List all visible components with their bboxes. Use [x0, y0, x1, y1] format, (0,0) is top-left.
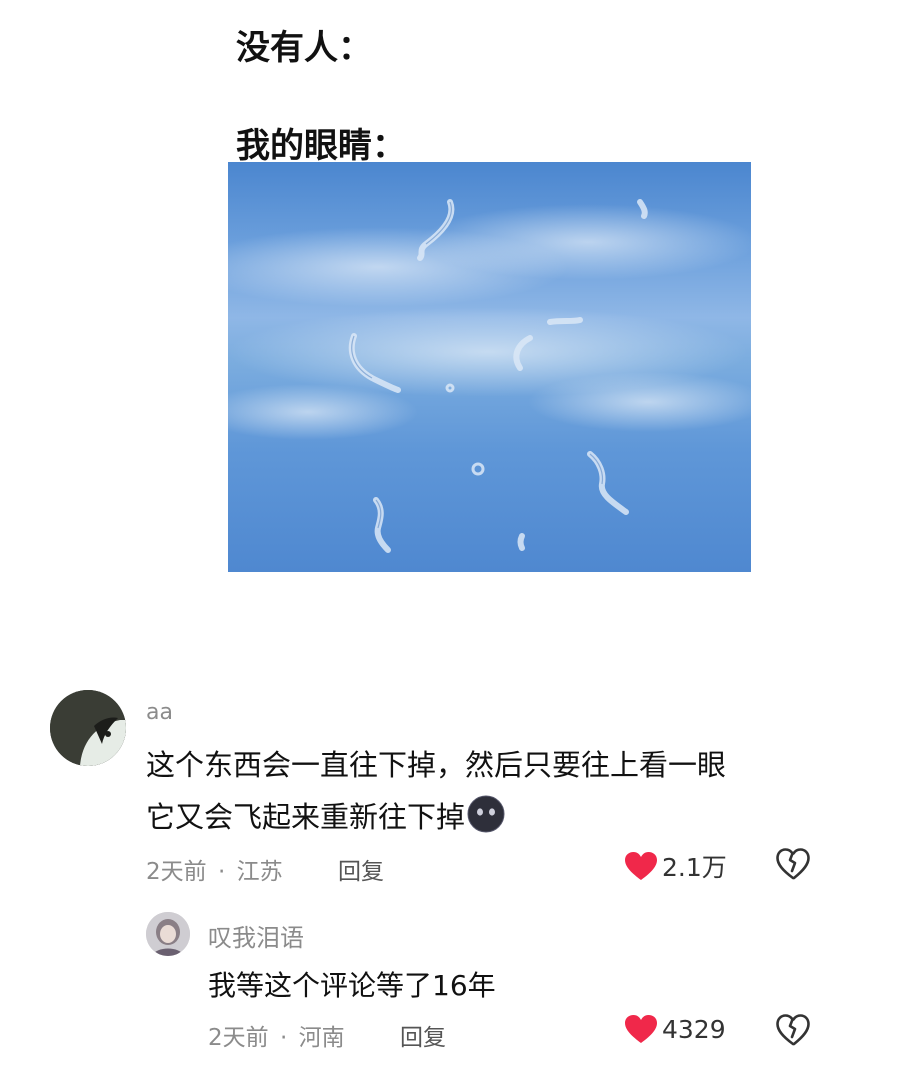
meme-post: 没有人： 我的眼睛： — [0, 0, 912, 640]
like-button[interactable]: 4329 — [624, 1014, 726, 1044]
like-count: 4329 — [662, 1014, 726, 1044]
reply-text: 我等这个评论等了16年 — [208, 969, 496, 1002]
broken-heart-icon — [776, 848, 810, 880]
reply-location: 河南 — [298, 1025, 345, 1051]
comment-author[interactable]: aa — [146, 700, 173, 725]
dislike-button[interactable] — [776, 1014, 810, 1050]
heart-filled-icon — [625, 1015, 657, 1043]
meme-caption-bottom: 我的眼睛： — [236, 126, 406, 166]
eye-floaters-image — [228, 162, 751, 572]
dark-face-emoji-icon — [467, 795, 505, 833]
reply-button[interactable]: 回复 — [338, 852, 384, 886]
reply-time: 2天前 — [208, 1025, 269, 1051]
avatar-image-icon — [50, 690, 126, 766]
like-count: 2.1万 — [662, 853, 727, 882]
comment-text-line-1: 这个东西会一直往下掉，然后只要往上看一眼 — [146, 748, 727, 782]
reply-author[interactable]: 叹我泪语 — [208, 918, 304, 953]
heart-filled-icon — [625, 852, 657, 880]
reply-comment-item: 叹我泪语 我等这个评论等了16年 2天前 · 河南 回复 4329 — [0, 900, 912, 1070]
commenter-avatar[interactable] — [50, 690, 126, 766]
reply-commenter-avatar[interactable] — [146, 912, 190, 956]
comment-text-line-2-content: 它又会飞起来重新往下掉 — [146, 800, 466, 834]
comment-item: aa 这个东西会一直往下掉，然后只要往上看一眼 它又会飞起来重新往下掉 2天前 … — [0, 680, 912, 890]
sky-floaters-graphic — [228, 199, 751, 553]
dislike-button[interactable] — [776, 848, 810, 884]
like-button[interactable]: 2.1万 — [624, 848, 727, 884]
meta-separator: · — [279, 1025, 288, 1051]
comment-time: 2天前 — [146, 859, 207, 885]
reply-meta: 2天前 · 河南 — [208, 1018, 345, 1052]
reply-button[interactable]: 回复 — [400, 1018, 446, 1052]
comment-meta: 2天前 · 江苏 — [146, 852, 283, 886]
comment-location: 江苏 — [236, 859, 283, 885]
broken-heart-icon — [776, 1014, 810, 1046]
meta-separator: · — [217, 859, 226, 885]
comment-text-line-2: 它又会飞起来重新往下掉 — [146, 794, 505, 836]
avatar-image-icon — [146, 912, 190, 956]
meme-caption-top: 没有人： — [236, 28, 372, 68]
